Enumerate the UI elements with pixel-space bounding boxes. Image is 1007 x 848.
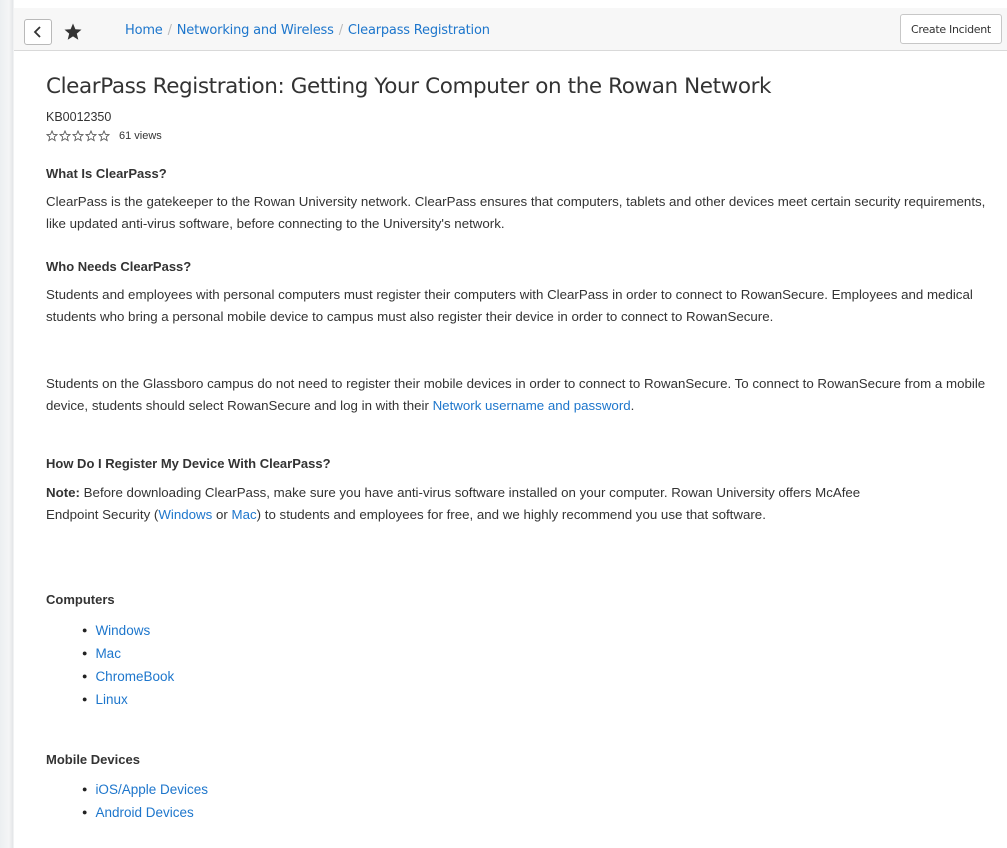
who-needs-text-1: Students and employees with personal com… xyxy=(46,287,973,324)
what-is-clearpass-text: ClearPass is the gatekeeper to the Rowan… xyxy=(46,194,986,231)
computers-link-chromebook[interactable]: ChromeBook xyxy=(95,669,174,684)
list-item: ● Android Devices xyxy=(82,801,208,824)
breadcrumb-networking[interactable]: Networking and Wireless xyxy=(177,23,334,38)
breadcrumb-home[interactable]: Home xyxy=(125,23,163,38)
computers-list: ● Windows ● Mac ● ChromeBook ● Linux xyxy=(82,619,174,711)
who-needs-text-2-end: . xyxy=(630,397,635,413)
note-text-or: or xyxy=(212,506,232,522)
computers-link-windows[interactable]: Windows xyxy=(95,623,150,638)
star-outline-icon[interactable] xyxy=(59,130,71,142)
bullet-icon: ● xyxy=(82,671,88,681)
rating: 61 views xyxy=(46,130,162,142)
mobile-link-ios[interactable]: iOS/Apple Devices xyxy=(95,782,208,797)
article-title: ClearPass Registration: Getting Your Com… xyxy=(46,74,772,99)
note-label: Note: xyxy=(46,485,80,500)
star-icon xyxy=(64,23,82,40)
bullet-icon: ● xyxy=(82,694,88,704)
note-paragraph: Note: Before downloading ClearPass, make… xyxy=(46,482,916,525)
bullet-icon: ● xyxy=(82,625,88,635)
star-outline-icon[interactable] xyxy=(72,130,84,142)
heading-what-is-clearpass: What Is ClearPass? xyxy=(46,166,167,181)
breadcrumb: Home / Networking and Wireless / Clearpass R… xyxy=(125,23,490,38)
left-edge-shadow xyxy=(0,0,14,848)
back-button[interactable] xyxy=(24,19,52,45)
breadcrumb-clearpass[interactable]: Clearpass Registration xyxy=(348,23,490,38)
star-outline-icon[interactable] xyxy=(85,130,97,142)
bullet-icon: ● xyxy=(82,807,88,817)
mobile-link-android[interactable]: Android Devices xyxy=(95,805,193,820)
bullet-icon: ● xyxy=(82,784,88,794)
computers-link-linux[interactable]: Linux xyxy=(95,692,127,707)
list-item: ● Windows xyxy=(82,619,174,642)
who-needs-text-2: Students on the Glassboro campus do not … xyxy=(46,373,991,416)
breadcrumb-separator: / xyxy=(167,23,172,38)
chevron-left-icon xyxy=(33,26,41,38)
top-bar: Home / Networking and Wireless / Clearpass R… xyxy=(14,8,1007,51)
favorite-button[interactable] xyxy=(61,19,85,45)
heading-how-to-register: How Do I Register My Device With ClearPa… xyxy=(46,456,331,471)
kb-number: KB0012350 xyxy=(46,110,112,124)
heading-who-needs-clearpass: Who Needs ClearPass? xyxy=(46,259,192,274)
views-count: 61 views xyxy=(119,130,162,142)
breadcrumb-separator: / xyxy=(338,23,343,38)
heading-computers: Computers xyxy=(46,592,115,607)
list-item: ● Linux xyxy=(82,688,174,711)
heading-mobile-devices: Mobile Devices xyxy=(46,752,140,767)
rating-stars[interactable] xyxy=(46,130,110,142)
mcafee-mac-link[interactable]: Mac xyxy=(232,507,257,522)
mobile-list: ● iOS/Apple Devices ● Android Devices xyxy=(82,778,208,824)
note-text-2: ) to students and employees for free, an… xyxy=(256,506,766,522)
network-credentials-link[interactable]: Network username and password xyxy=(433,398,631,413)
list-item: ● iOS/Apple Devices xyxy=(82,778,208,801)
star-outline-icon[interactable] xyxy=(98,130,110,142)
star-outline-icon[interactable] xyxy=(46,130,58,142)
mcafee-windows-link[interactable]: Windows xyxy=(158,507,212,522)
computers-link-mac[interactable]: Mac xyxy=(95,646,121,661)
create-incident-button[interactable]: Create Incident xyxy=(900,14,1002,44)
list-item: ● ChromeBook xyxy=(82,665,174,688)
list-item: ● Mac xyxy=(82,642,174,665)
bullet-icon: ● xyxy=(82,648,88,658)
